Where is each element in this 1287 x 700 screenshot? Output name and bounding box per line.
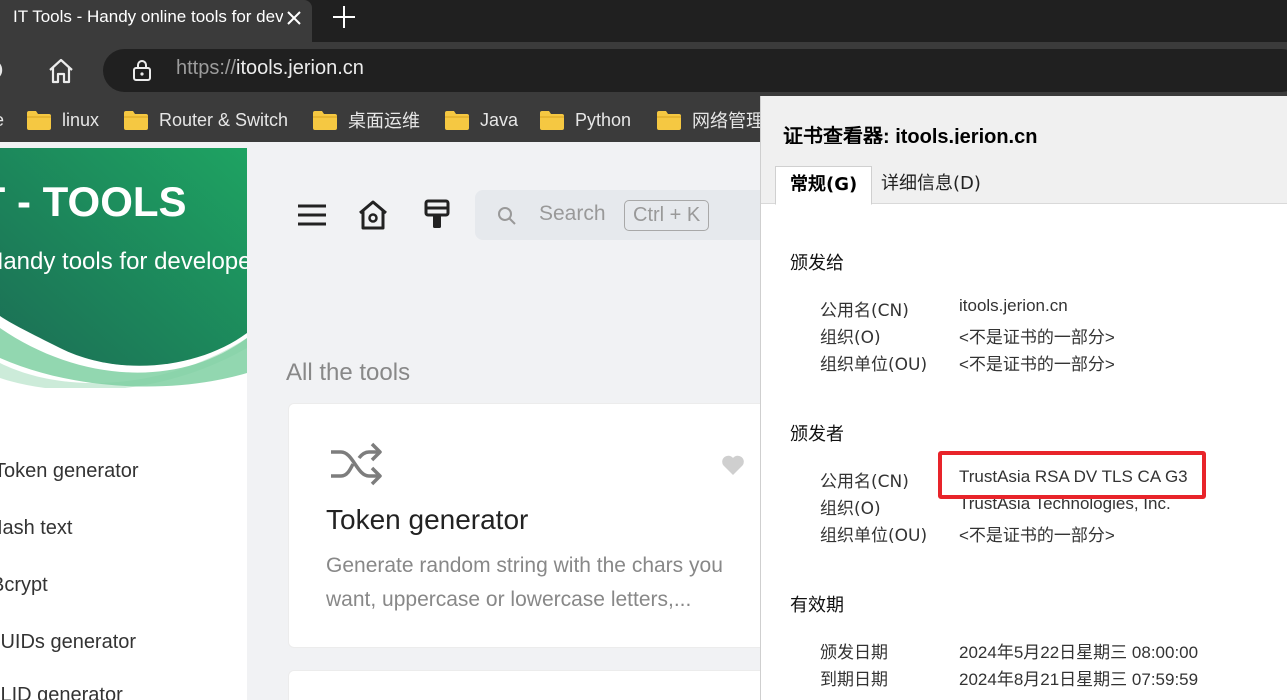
bookmark-folder-desktop-ops[interactable]: 桌面运维 [312,98,420,142]
bookmark-label: Router & Switch [159,109,289,130]
field-value: <不是证书的一部分> [959,355,1115,374]
bookmark-folder-java[interactable]: Java [444,98,518,142]
issued-by-heading: 颁发者 [790,424,844,445]
heart-icon[interactable] [721,454,745,476]
tool-card-title: Token generator [326,504,529,535]
field-label: 组织单位(OU) [820,526,928,546]
section-title: All the tools [286,359,411,386]
browser-tab[interactable]: IT Tools - Handy online tools for develo… [0,0,312,42]
sidebar: IT - TOOLS Handy tools for developers To… [0,148,247,700]
url-scheme: https:// [176,57,237,79]
url-host: itools.jerion.cn [236,57,364,79]
nav-item-uuids-generator[interactable]: UUIDs generator [0,631,136,654]
search-bar[interactable]: Search Ctrl + K [475,190,760,240]
search-icon [498,207,516,225]
folder-icon [27,111,51,130]
nav-item-bcrypt[interactable]: Bcrypt [0,574,48,597]
field-value: 2024年8月21日星期三 07:59:59 [959,670,1199,689]
bookmark-folder-network-mgmt[interactable]: 网络管理 [656,98,764,142]
menu-icon[interactable] [295,198,329,232]
paint-brush-icon[interactable] [420,198,454,232]
validity-heading: 有效期 [790,595,844,616]
nav-item-hash-text[interactable]: Hash text [0,517,72,540]
folder-icon [657,111,681,130]
tool-card[interactable] [288,670,760,700]
brand-tagline: Handy tools for developers [0,248,247,275]
field-label: 到期日期 [820,670,888,690]
tab-general[interactable]: 常规(G) [775,166,873,205]
tab-bar: IT Tools - Handy online tools for develo… [0,0,1287,42]
address-bar-row: https://itools.jerion.cn [0,42,1287,98]
bookmark-item[interactable]: e [0,98,4,142]
reload-icon[interactable] [0,57,12,83]
certificate-viewer-dialog: 证书查看器: itools.jerion.cn 常规(G) 详细信息(D) 颁发… [760,96,1287,700]
issuer-highlight-box [938,451,1206,499]
bookmark-folder-router-switch[interactable]: Router & Switch [123,98,288,142]
url-text[interactable]: https://itools.jerion.cn [176,57,364,80]
folder-icon [445,111,469,130]
home-icon[interactable] [356,198,390,232]
bookmark-folder-linux[interactable]: linux [26,98,99,142]
brand-title: IT - TOOLS [0,178,187,225]
bookmark-folder-python[interactable]: Python [539,98,631,142]
tool-card-description: Generate random string with the chars yo… [326,554,723,611]
field-label: 组织(O) [820,499,881,519]
tab-title: IT Tools - Handy online tools for develo… [13,7,283,26]
field-label: 组织(O) [820,328,881,348]
field-label: 颁发日期 [820,643,888,663]
bookmark-label: e [0,110,4,131]
shuffle-icon [331,442,382,486]
new-tab-icon[interactable] [330,3,358,31]
dialog-titlebar: 证书查看器: itools.jerion.cn [761,96,1287,148]
field-label: 组织单位(OU) [820,355,928,375]
dialog-tabs: 常规(G) 详细信息(D) [761,144,1287,205]
field-value: 2024年5月22日星期三 08:00:00 [959,643,1199,662]
nav-item-token-generator[interactable]: Token generator [0,460,139,483]
bookmark-label: linux [62,109,100,130]
tab-details[interactable]: 详细信息(D) [867,166,995,204]
main-content: Search Ctrl + K All the tools Token gene… [247,148,760,700]
field-label: 公用名(CN) [820,301,909,321]
bookmark-label: 网络管理 [692,111,764,131]
close-icon[interactable] [283,7,305,29]
search-placeholder: Search [539,202,606,225]
bookmark-label: Java [480,109,519,130]
field-value: itools.jerion.cn [959,296,1068,315]
bookmark-label: Python [575,109,632,130]
field-value: <不是证书的一部分> [959,526,1115,545]
web-page: IT - TOOLS Handy tools for developers To… [0,142,760,700]
search-shortcut-hint: Ctrl + K [624,200,710,231]
field-value: <不是证书的一部分> [959,328,1115,347]
issued-to-heading: 颁发给 [790,253,844,274]
nav-item-ulid-generator[interactable]: ULID generator [0,684,123,700]
folder-icon [313,111,337,130]
sidebar-hero: IT - TOOLS Handy tools for developers [0,148,247,391]
home-icon[interactable] [46,56,76,86]
field-label: 公用名(CN) [820,472,909,492]
folder-icon [124,111,148,130]
folder-icon [540,111,564,130]
tool-card-token-generator[interactable]: Token generator Generate random string w… [288,403,760,648]
lock-icon[interactable] [130,58,154,82]
bookmark-label: 桌面运维 [348,111,420,131]
